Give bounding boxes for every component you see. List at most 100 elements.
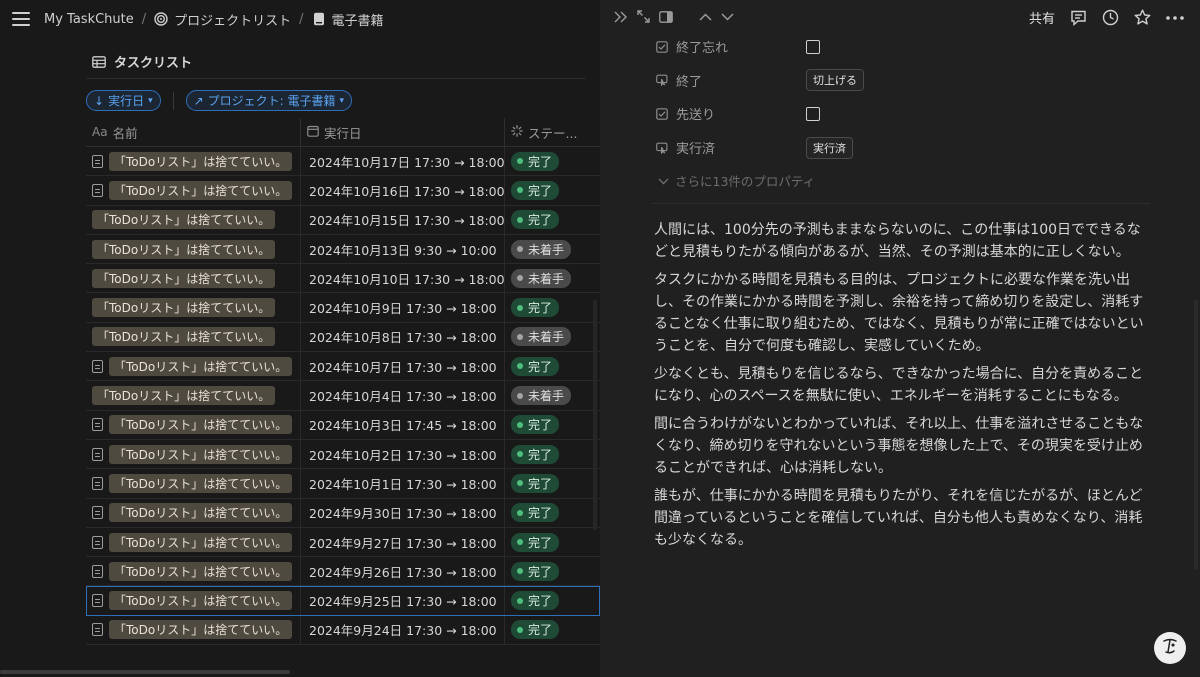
side-peek-icon[interactable] (659, 10, 673, 23)
property-name[interactable]: 先送り (656, 104, 806, 123)
cell-name[interactable]: 「ToDoリスト」は捨てていい。 (86, 411, 300, 439)
close-peek-icon[interactable] (614, 11, 628, 23)
more-options-icon[interactable] (1166, 15, 1184, 20)
cell-name[interactable]: 「ToDoリスト」は捨てていい。 (86, 235, 300, 263)
cell-date[interactable]: 2024年9月24日 17:30 → 18:00 (300, 615, 504, 645)
cell-status[interactable]: 完了 (504, 147, 600, 176)
vertical-scrollbar[interactable] (1194, 300, 1198, 570)
cell-date[interactable]: 2024年10月13日 9:30 → 10:00 (300, 234, 504, 264)
history-icon[interactable] (1102, 9, 1119, 26)
table-row[interactable]: 「ToDoリスト」は捨てていい。 2024年10月10日 17:30 → 18:0… (86, 264, 600, 294)
cell-date[interactable]: 2024年10月17日 17:30 → 18:00 (300, 147, 504, 176)
chevron-up-icon[interactable] (699, 12, 712, 21)
cell-name[interactable]: 「ToDoリスト」は捨てていい。 (86, 557, 300, 585)
cell-name[interactable]: 「ToDoリスト」は捨てていい。 (86, 147, 300, 175)
cell-date[interactable]: 2024年10月1日 17:30 → 18:00 (300, 469, 504, 498)
cell-name[interactable]: 「ToDoリスト」は捨てていい。 (86, 323, 300, 351)
cell-date[interactable]: 2024年10月2日 17:30 → 18:00 (300, 439, 504, 469)
table-row[interactable]: 「ToDoリスト」は捨てていい。 2024年9月27日 17:30 → 18:00… (86, 527, 600, 558)
expand-icon[interactable] (637, 10, 650, 23)
cell-date[interactable]: 2024年9月30日 17:30 → 18:00 (300, 498, 504, 527)
table-row[interactable]: 「ToDoリスト」は捨てていい。 2024年10月7日 17:30 → 18:00… (86, 352, 600, 382)
chevron-down-icon[interactable] (721, 12, 734, 21)
cell-name[interactable]: 「ToDoリスト」は捨てていい。 (86, 499, 300, 527)
column-header-name[interactable]: Aa 名前 (86, 118, 300, 146)
forgot-end-checkbox[interactable] (806, 39, 820, 54)
cell-date[interactable]: 2024年10月8日 17:30 → 18:00 (300, 322, 504, 352)
table-row[interactable]: 「ToDoリスト」は捨てていい。 2024年10月9日 17:30 → 18:00… (86, 293, 600, 323)
vertical-scrollbar[interactable] (593, 300, 597, 530)
cell-date[interactable]: 2024年10月7日 17:30 → 18:00 (300, 352, 504, 381)
cell-name[interactable]: 「ToDoリスト」は捨てていい。 (86, 469, 300, 497)
breadcrumb-item-workspace[interactable]: My TaskChute (44, 12, 134, 27)
property-name[interactable]: 終了忘れ (656, 37, 806, 56)
table-row[interactable]: 「ToDoリスト」は捨てていい。 2024年10月8日 17:30 → 18:00… (86, 322, 600, 353)
table-row[interactable]: 「ToDoリスト」は捨てていい。 2024年10月16日 17:30 → 18:0… (86, 176, 600, 206)
cell-status[interactable]: 完了 (504, 439, 600, 469)
cell-name[interactable]: 「ToDoリスト」は捨てていい。 (86, 440, 300, 468)
table-row[interactable]: 「ToDoリスト」は捨てていい。 2024年9月30日 17:30 → 18:00… (86, 498, 600, 528)
table-row[interactable]: 「ToDoリスト」は捨てていい。 2024年9月26日 17:30 → 18:00… (86, 557, 600, 587)
share-button[interactable]: 共有 (1029, 8, 1055, 27)
cell-date[interactable]: 2024年9月26日 17:30 → 18:00 (300, 557, 504, 586)
cell-date[interactable]: 2024年10月10日 17:30 → 18:00 (300, 264, 504, 293)
cell-date[interactable]: 2024年10月3日 17:45 → 18:00 (300, 410, 504, 439)
cell-date[interactable]: 2024年9月25日 17:30 → 18:00 (300, 586, 504, 615)
table-row[interactable]: 「ToDoリスト」は捨てていい。 2024年10月3日 17:45 → 18:00… (86, 410, 600, 440)
cell-name[interactable]: 「ToDoリスト」は捨てていい。 (86, 616, 300, 644)
cell-name[interactable]: 「ToDoリスト」は捨てていい。 (86, 206, 300, 234)
round-up-button[interactable]: 切上げる (806, 69, 864, 92)
table-row[interactable]: 「ToDoリスト」は捨てていい。 2024年10月2日 17:30 → 18:00… (86, 439, 600, 470)
cell-status[interactable]: 完了 (504, 586, 600, 615)
column-header-status[interactable]: ステー... (504, 118, 600, 146)
property-name[interactable]: 実行済 (656, 138, 806, 157)
executed-button[interactable]: 実行済 (806, 136, 853, 159)
cell-status[interactable]: 完了 (504, 527, 600, 557)
cell-date[interactable]: 2024年10月9日 17:30 → 18:00 (300, 293, 504, 322)
breadcrumb-item-ebook[interactable]: 電子書籍 (332, 10, 384, 29)
cell-status[interactable]: 完了 (504, 410, 600, 439)
property-name[interactable]: 終了 (656, 71, 806, 90)
star-icon[interactable] (1134, 9, 1151, 26)
cell-status[interactable]: 完了 (504, 469, 600, 498)
cell-status[interactable]: 完了 (504, 205, 600, 234)
more-properties-toggle[interactable]: さらに13件のプロパティ (656, 165, 1156, 195)
cell-status[interactable]: 未着手 (504, 264, 600, 293)
table-row[interactable]: 「ToDoリスト」は捨てていい。 2024年10月15日 17:30 → 18:0… (86, 205, 600, 235)
cell-date[interactable]: 2024年10月4日 17:30 → 18:00 (300, 381, 504, 410)
cell-name[interactable]: 「ToDoリスト」は捨てていい。 (86, 528, 300, 556)
cell-name[interactable]: 「ToDoリスト」は捨てていい。 (86, 293, 300, 321)
cell-name[interactable]: 「ToDoリスト」は捨てていい。 (86, 352, 300, 380)
cell-status[interactable]: 完了 (504, 352, 600, 381)
cell-date[interactable]: 2024年10月15日 17:30 → 18:00 (300, 205, 504, 234)
table-row[interactable]: 「ToDoリスト」は捨てていい。 2024年9月24日 17:30 → 18:00… (86, 615, 600, 646)
cell-status[interactable]: 未着手 (504, 381, 600, 410)
database-title[interactable]: タスクリスト (92, 52, 192, 71)
table-row[interactable]: 「ToDoリスト」は捨てていい。 2024年10月1日 17:30 → 18:00… (86, 469, 600, 499)
cell-status[interactable]: 未着手 (504, 322, 600, 352)
cell-date[interactable]: 2024年10月16日 17:30 → 18:00 (300, 176, 504, 205)
breadcrumb-item-project-list[interactable]: プロジェクトリスト (174, 10, 291, 29)
filter-chip-project[interactable]: ↗ プロジェクト: 電子書籍 ▾ (185, 90, 353, 111)
cell-status[interactable]: 完了 (504, 615, 600, 645)
sort-chip-date[interactable]: ↓ 実行日 ▾ (86, 90, 161, 111)
cell-status[interactable]: 完了 (504, 557, 600, 586)
table-row[interactable]: 「ToDoリスト」は捨てていい。 2024年10月17日 17:30 → 18:0… (86, 147, 600, 177)
horizontal-scrollbar[interactable] (0, 670, 290, 674)
cell-status[interactable]: 完了 (504, 498, 600, 527)
cell-date[interactable]: 2024年9月27日 17:30 → 18:00 (300, 527, 504, 557)
cell-name[interactable]: 「ToDoリスト」は捨てていい。 (86, 381, 300, 409)
comment-icon[interactable] (1070, 10, 1087, 26)
page-body[interactable]: 人間には、100分先の予測もままならないのに、この仕事は100日でできるなどと見… (654, 219, 1146, 557)
table-row[interactable]: 「ToDoリスト」は捨てていい。 2024年9月25日 17:30 → 18:00… (86, 586, 600, 616)
cell-status[interactable]: 完了 (504, 176, 600, 205)
table-row[interactable]: 「ToDoリスト」は捨てていい。 2024年10月13日 9:30 → 10:00… (86, 234, 600, 265)
table-row[interactable]: 「ToDoリスト」は捨てていい。 2024年10月4日 17:30 → 18:00… (86, 381, 600, 411)
cell-name[interactable]: 「ToDoリスト」は捨てていい。 (86, 176, 300, 204)
column-header-date[interactable]: 実行日 (300, 118, 504, 146)
cell-name[interactable]: 「ToDoリスト」は捨てていい。 (86, 264, 300, 292)
postpone-checkbox[interactable] (806, 106, 820, 121)
menu-icon[interactable] (12, 12, 30, 26)
ai-assistant-button[interactable] (1154, 632, 1186, 664)
cell-status[interactable]: 完了 (504, 293, 600, 322)
